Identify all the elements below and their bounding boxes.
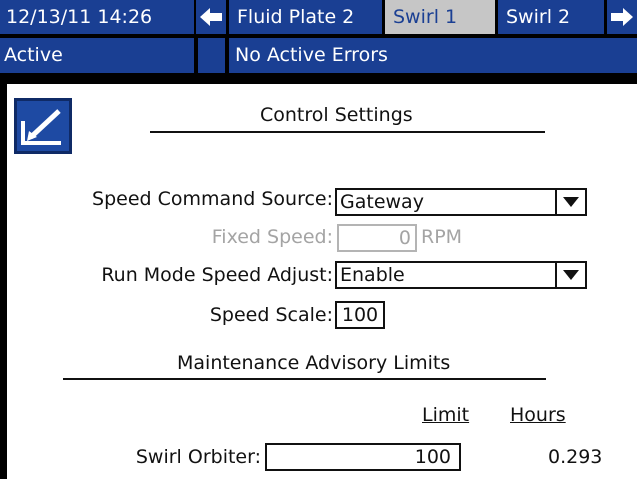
fixed-speed-label: Fixed Speed: bbox=[211, 226, 333, 248]
hours-column-header: Hours bbox=[510, 404, 566, 426]
maintenance-title: Maintenance Advisory Limits bbox=[177, 352, 451, 374]
fixed-speed-unit: RPM bbox=[421, 226, 463, 248]
system-status: Active bbox=[0, 38, 194, 73]
maintenance-divider bbox=[63, 378, 546, 380]
fixed-speed-input: 0 bbox=[337, 224, 417, 252]
right-arrow-icon[interactable] bbox=[607, 0, 637, 34]
speed-scale-input[interactable]: 100 bbox=[335, 301, 385, 329]
control-settings-title: Control Settings bbox=[260, 104, 413, 126]
swirl-orbiter-hours: 0.293 bbox=[548, 446, 603, 468]
speed-command-source-select[interactable]: Gateway bbox=[335, 188, 587, 216]
control-settings-divider bbox=[150, 131, 545, 133]
swirl-orbiter-limit-input[interactable]: 100 bbox=[265, 443, 461, 471]
run-mode-speed-adjust-select[interactable]: Enable bbox=[335, 261, 587, 289]
left-arrow-icon[interactable] bbox=[196, 0, 226, 34]
main-panel: Control Settings Speed Command Source: G… bbox=[7, 84, 637, 479]
error-status: No Active Errors bbox=[229, 38, 637, 73]
tab-swirl-2[interactable]: Swirl 2 bbox=[498, 0, 604, 34]
run-mode-speed-adjust-value: Enable bbox=[340, 264, 405, 286]
speed-scale-label: Speed Scale: bbox=[209, 304, 333, 326]
edit-screen-icon[interactable] bbox=[14, 98, 72, 154]
speed-command-source-label: Speed Command Source: bbox=[92, 188, 333, 210]
limit-column-header: Limit bbox=[422, 404, 470, 426]
chevron-down-icon[interactable] bbox=[555, 190, 585, 214]
datetime-display: 12/13/11 14:26 bbox=[0, 0, 194, 34]
status-spacer bbox=[198, 38, 225, 73]
tab-swirl-1[interactable]: Swirl 1 bbox=[385, 0, 495, 34]
speed-command-source-value: Gateway bbox=[340, 191, 424, 213]
chevron-down-icon[interactable] bbox=[555, 263, 585, 287]
tab-fluid-plate-2[interactable]: Fluid Plate 2 bbox=[229, 0, 382, 34]
run-mode-speed-adjust-label: Run Mode Speed Adjust: bbox=[101, 264, 333, 286]
swirl-orbiter-label: Swirl Orbiter: bbox=[135, 446, 261, 468]
